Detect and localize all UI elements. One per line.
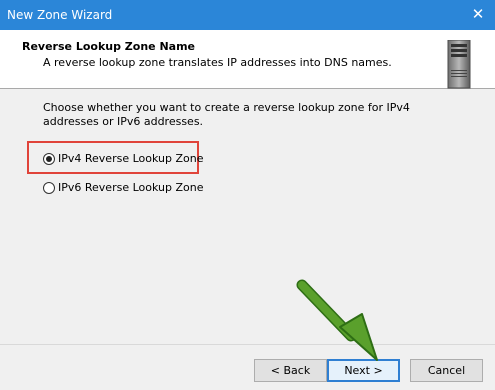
pointer-arrow-icon — [296, 279, 378, 361]
